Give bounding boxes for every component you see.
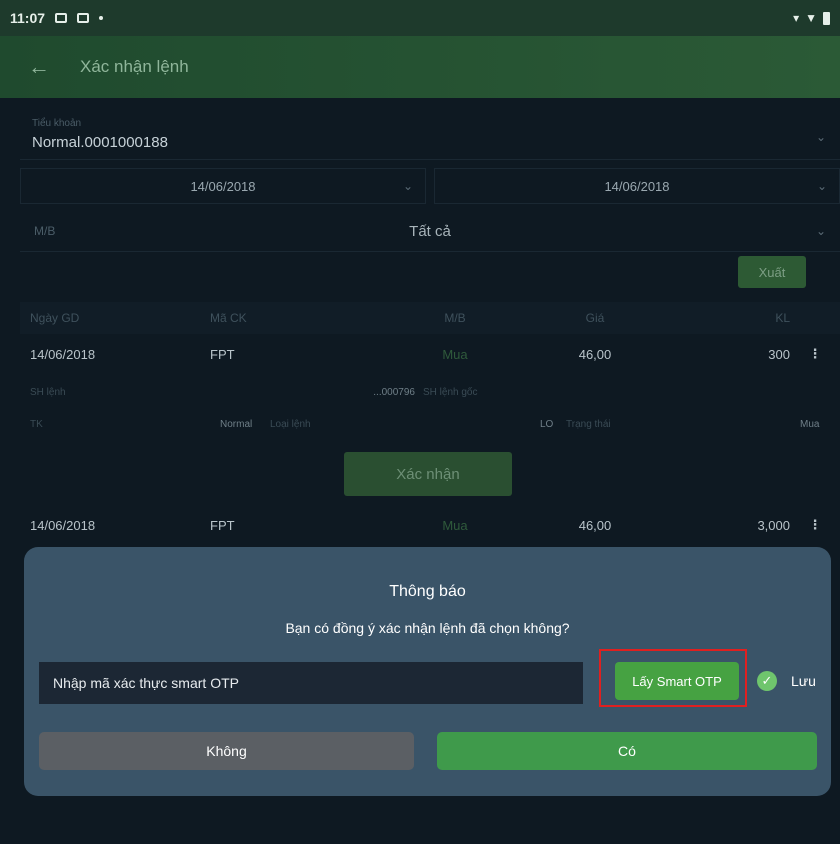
- chevron-down-icon: ⌄: [815, 224, 826, 238]
- status-label: Trạng thái: [566, 418, 611, 430]
- chevron-down-icon: ⌄: [815, 130, 826, 144]
- chevron-down-icon: ⌄: [402, 179, 413, 193]
- chevron-down-icon: ⌄: [816, 179, 827, 193]
- row-detail: SH lệnh ...000796 SH lệnh gốc: [20, 378, 840, 406]
- screen: 11:07 ▾ ▼ ← Xác nhận lệnh Tiểu khoản Nor…: [0, 0, 840, 844]
- cell-symbol: FPT: [210, 517, 235, 533]
- save-toggle[interactable]: ✓ Lưu: [757, 671, 816, 691]
- date-from-picker[interactable]: 14/06/2018 ⌄: [20, 168, 426, 204]
- account-type-label: TK: [30, 418, 43, 430]
- mb-filter[interactable]: M/B Tất cả ⌄: [20, 212, 840, 252]
- cell-qty: 300: [768, 346, 790, 362]
- otp-input[interactable]: Nhập mã xác thực smart OTP: [39, 662, 583, 704]
- cell-price: 46,00: [578, 517, 612, 533]
- column-header: Mã CK: [210, 311, 247, 325]
- export-button[interactable]: Xuất: [738, 256, 806, 288]
- date-range: 14/06/2018 ⌄ 14/06/2018 ⌄: [20, 168, 840, 204]
- wifi-icon: ▼: [805, 11, 817, 25]
- confirm-dialog: Thông báo Bạn có đồng ý xác nhận lệnh đã…: [24, 547, 831, 796]
- account-type-value: Normal: [220, 418, 253, 430]
- table-row[interactable]: 14/06/2018 FPT Mua 46,00 300 ⋮: [20, 336, 840, 372]
- more-vert-icon[interactable]: ⋮: [790, 517, 840, 533]
- more-vert-icon[interactable]: ⋮: [790, 346, 840, 362]
- column-header: M/B: [444, 311, 466, 325]
- yes-button[interactable]: Có: [437, 732, 817, 770]
- notification-icon: [77, 13, 90, 23]
- confirm-order-button[interactable]: Xác nhận: [344, 452, 512, 496]
- order-type-value: LO: [540, 418, 554, 430]
- cell-qty: 3,000: [757, 517, 790, 533]
- page-title: Xác nhận lệnh: [80, 57, 189, 76]
- column-header: Ngày GD: [30, 311, 80, 325]
- dialog-title: Thông báo: [389, 583, 466, 600]
- row-detail: TK Normal Loại lệnh LO Trạng thái Mua: [20, 410, 840, 438]
- status-bar: 11:07 ▾ ▼: [0, 0, 840, 36]
- status-value: Mua: [800, 418, 820, 430]
- check-circle-icon: ✓: [757, 671, 777, 691]
- cast-icon: [55, 13, 68, 23]
- no-button[interactable]: Không: [39, 732, 414, 770]
- cell-side: Mua: [442, 346, 468, 362]
- battery-icon: [823, 11, 830, 25]
- date-from-value: 14/06/2018: [190, 178, 256, 194]
- column-header: Giá: [585, 311, 605, 325]
- dialog-message: Bạn có đồng ý xác nhận lệnh đã chọn khôn…: [285, 620, 570, 636]
- date-to-value: 14/06/2018: [604, 178, 670, 194]
- account-value: Normal.0001000188: [32, 134, 168, 151]
- cell-symbol: FPT: [210, 346, 235, 362]
- date-to-picker[interactable]: 14/06/2018 ⌄: [434, 168, 840, 204]
- table-header: Ngày GD Mã CK M/B Giá KL: [20, 302, 840, 334]
- order-id-label: SH lệnh: [30, 386, 66, 398]
- account-label: Tiểu khoản: [32, 118, 82, 129]
- get-smart-otp-button[interactable]: Lấy Smart OTP: [615, 662, 739, 700]
- cell-date: 14/06/2018: [30, 346, 96, 362]
- cell-price: 46,00: [578, 346, 612, 362]
- original-order-label: SH lệnh gốc: [423, 386, 478, 398]
- order-type-label: Loại lệnh: [270, 418, 311, 430]
- clock: 11:07: [10, 10, 46, 26]
- order-id-value: ...000796: [373, 386, 415, 398]
- column-header: KL: [775, 311, 790, 325]
- more-notifications-icon: [99, 16, 104, 20]
- app-bar: ← Xác nhận lệnh: [0, 36, 840, 98]
- signal-icon: ▾: [793, 11, 800, 25]
- save-label: Lưu: [791, 673, 816, 689]
- account-selector[interactable]: Tiểu khoản Normal.0001000188 ⌄: [20, 110, 840, 160]
- mb-filter-value: Tất cả: [409, 223, 451, 240]
- cell-date: 14/06/2018: [30, 517, 96, 533]
- back-arrow-icon[interactable]: ←: [28, 54, 50, 80]
- table-row[interactable]: 14/06/2018 FPT Mua 46,00 3,000 ⋮: [20, 507, 840, 543]
- cell-side: Mua: [442, 517, 468, 533]
